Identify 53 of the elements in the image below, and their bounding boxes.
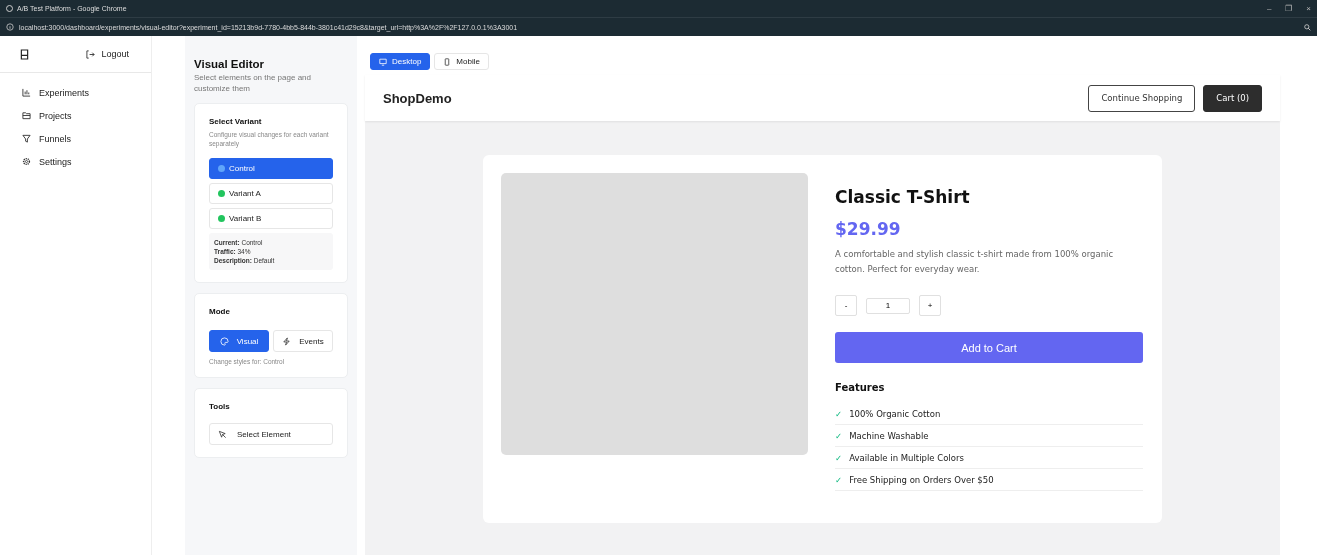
window-control[interactable]: ×	[1302, 4, 1315, 13]
phone-icon	[443, 57, 452, 66]
palette-icon	[219, 336, 229, 346]
card-title: Select Variant	[209, 117, 263, 126]
view-toggle[interactable]: Desktop	[370, 53, 431, 70]
product-price: $29.99	[835, 219, 902, 239]
panel-subtitle: Select elements on the page and customize them	[194, 72, 312, 94]
feature-text: Machine Washable	[849, 430, 929, 441]
info-icon	[6, 23, 14, 31]
sidebar-item[interactable]: Funnels	[22, 131, 151, 146]
card-title: Mode	[209, 307, 231, 316]
product-title: Classic T-Shirt	[835, 187, 971, 207]
panel-title: Visual Editor	[194, 58, 266, 70]
gear-icon	[22, 157, 31, 166]
chart-icon	[22, 88, 31, 97]
variant-button[interactable]: Variant A	[209, 183, 333, 204]
variant-button[interactable]: Variant B	[209, 208, 333, 229]
sidebar-item[interactable]: Settings	[22, 154, 151, 169]
folder-icon	[22, 111, 31, 120]
decrement-button[interactable]: -	[835, 295, 857, 316]
cart-button[interactable]: Cart (0)	[1203, 84, 1262, 112]
shop-logo: ShopDemo	[383, 90, 452, 106]
increment-button[interactable]: +	[919, 295, 941, 316]
feature-text: Free Shipping on Orders Over $50	[849, 474, 994, 485]
card-title: Tools	[209, 402, 231, 411]
beaker-icon	[20, 48, 29, 60]
features-heading: Features	[835, 382, 886, 393]
cursor-icon	[218, 429, 227, 439]
mode-button[interactable]: Visual	[209, 330, 269, 352]
add-to-cart-button[interactable]: Add to Cart	[835, 332, 1143, 363]
window-control[interactable]: ❐	[1281, 4, 1297, 13]
logout-icon	[86, 49, 96, 59]
sidebar-item[interactable]: Experiments	[22, 85, 151, 100]
select-element-button[interactable]: Select Element	[209, 423, 333, 445]
mode-button[interactable]: Events	[273, 330, 333, 352]
lightning-icon	[282, 336, 292, 346]
check-icon: ✓	[835, 452, 843, 463]
feature-text: Available in Multiple Colors	[849, 452, 964, 463]
continue-shopping-button[interactable]: Continue Shopping	[1088, 84, 1196, 112]
quantity-field[interactable]: 1	[866, 297, 910, 314]
logout-button[interactable]: Logout	[86, 49, 129, 59]
zoom-icon[interactable]	[1304, 23, 1311, 31]
view-toggle[interactable]: Mobile	[434, 53, 489, 70]
check-icon: ✓	[835, 408, 843, 419]
monitor-icon	[379, 57, 387, 66]
product-description: A comfortable and stylish classic t-shirt made from 100% organic cotton. Perfect for everyday wear.	[835, 248, 1115, 276]
feature-text: 100% Organic Cotton	[849, 408, 941, 419]
sidebar-item[interactable]: Projects	[22, 108, 151, 123]
check-icon: ✓	[835, 474, 843, 485]
window-control[interactable]: –	[1262, 4, 1276, 13]
check-icon: ✓	[835, 430, 843, 441]
funnel-icon	[22, 134, 31, 143]
variant-button[interactable]: Control	[209, 158, 333, 179]
